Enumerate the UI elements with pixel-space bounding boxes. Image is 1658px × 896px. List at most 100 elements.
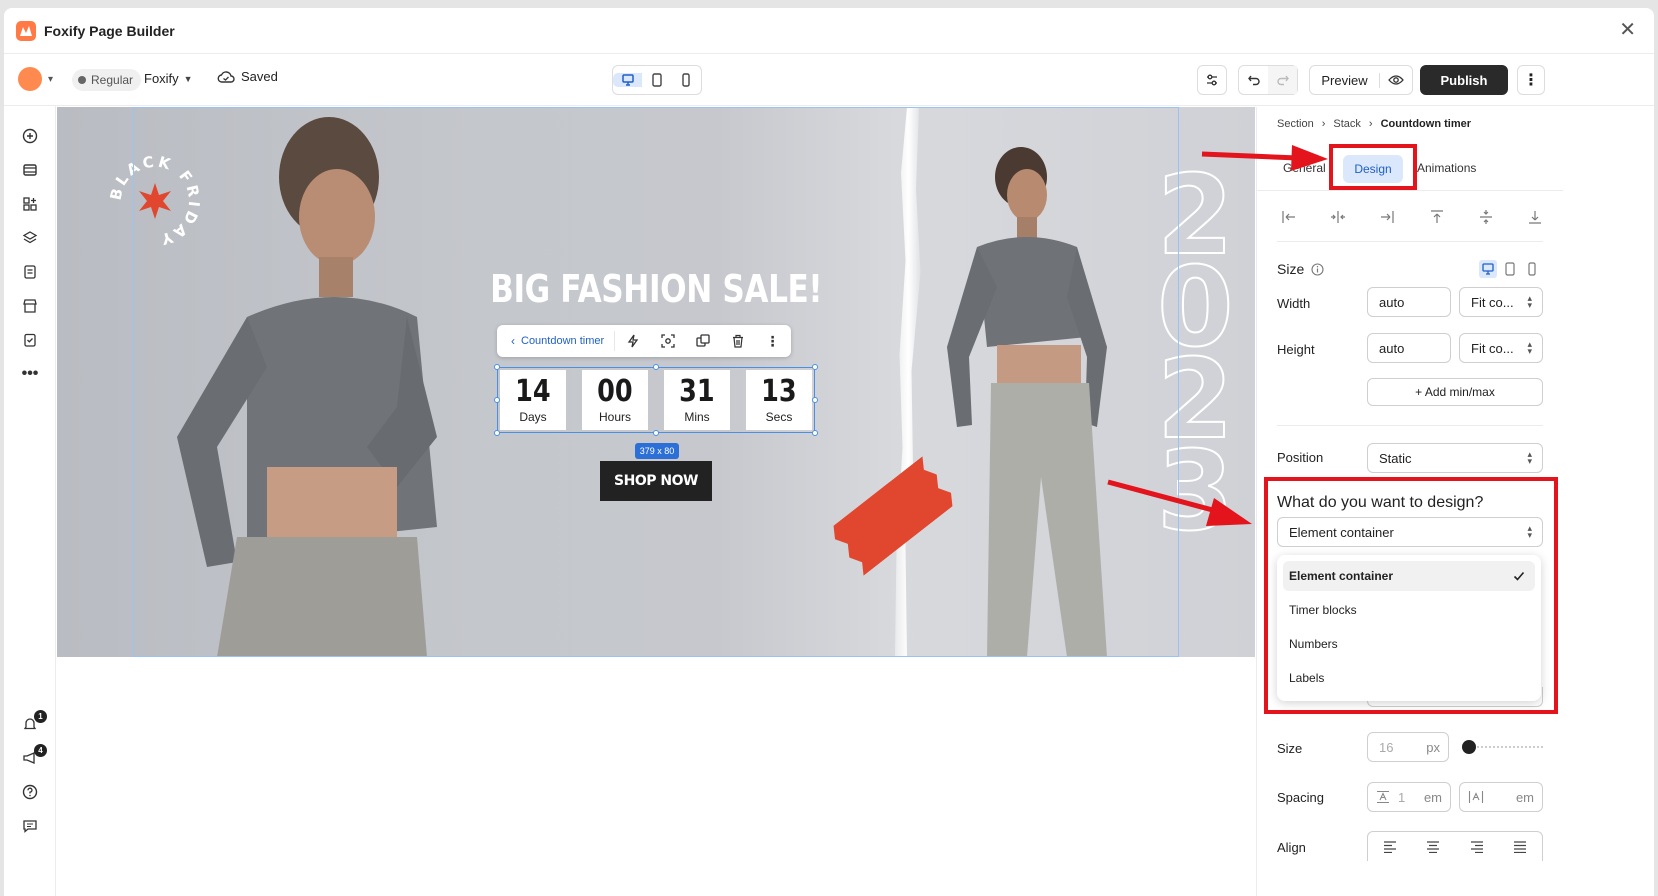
- align-right-icon[interactable]: [1379, 209, 1395, 225]
- design-tab-highlight: [1329, 144, 1417, 190]
- cloud-check-icon: [217, 70, 235, 83]
- save-status-label: Saved: [241, 69, 278, 84]
- resize-handle[interactable]: [812, 397, 818, 403]
- text-align-left-icon[interactable]: [1383, 840, 1397, 853]
- eye-button[interactable]: [1380, 74, 1412, 86]
- timer-label: Secs: [765, 410, 793, 424]
- store-selector[interactable]: Foxify ▼: [144, 71, 193, 86]
- resize-handle[interactable]: [494, 364, 500, 370]
- width-mode-select[interactable]: Fit co... ▴ ▾: [1459, 287, 1543, 317]
- text-align-justify-icon[interactable]: [1513, 840, 1527, 853]
- size-section-title: Size: [1277, 261, 1324, 277]
- breadcrumb: Section › Stack › Countdown timer: [1277, 118, 1471, 130]
- text-align-right-icon[interactable]: [1470, 840, 1484, 853]
- divider: [1277, 425, 1543, 426]
- foxify-logo-icon: [16, 20, 36, 41]
- breadcrumb-item[interactable]: Stack: [1333, 118, 1361, 130]
- tablet-view-button[interactable]: [642, 73, 671, 87]
- undo-icon: [1247, 75, 1260, 86]
- timer-block-days[interactable]: 14 Days: [500, 370, 566, 430]
- info-icon[interactable]: [1311, 262, 1324, 276]
- font-size-unit: px: [1426, 739, 1440, 755]
- tab-animations[interactable]: Animations: [1417, 161, 1476, 175]
- chat-icon[interactable]: [20, 816, 40, 836]
- letter-spacing-input[interactable]: em: [1459, 782, 1543, 812]
- add-element-icon[interactable]: [20, 126, 40, 146]
- resize-handle[interactable]: [653, 430, 659, 436]
- parent-select-button[interactable]: ‹ Countdown timer: [497, 331, 615, 351]
- height-input[interactable]: auto: [1367, 333, 1451, 363]
- desktop-icon[interactable]: [1479, 260, 1497, 278]
- redo-button[interactable]: [1268, 66, 1297, 94]
- checklist-icon[interactable]: [20, 330, 40, 350]
- focus-icon[interactable]: [650, 334, 685, 348]
- resize-handle[interactable]: [494, 430, 500, 436]
- more-options-icon[interactable]: ⋮: [1517, 65, 1545, 95]
- align-center-horizontal-icon[interactable]: [1330, 209, 1346, 225]
- timer-label: Hours: [598, 410, 631, 424]
- resize-handle[interactable]: [494, 397, 500, 403]
- text-align-group: [1367, 831, 1543, 861]
- store-icon[interactable]: [20, 296, 40, 316]
- layers-icon[interactable]: [20, 228, 40, 248]
- hero-banner[interactable]: 2 0 2 3 BLACK FRIDAY BIG FASHION SALE! ‹…: [57, 107, 1255, 657]
- hero-headline[interactable]: BIG FASHION SALE!: [165, 267, 1147, 311]
- element-context-toolbar: ‹ Countdown timer ⋮: [497, 325, 791, 357]
- align-bottom-icon[interactable]: [1527, 209, 1543, 225]
- sections-icon[interactable]: [20, 160, 40, 180]
- settings-button[interactable]: [1197, 65, 1227, 95]
- apps-icon[interactable]: [20, 194, 40, 214]
- countdown-timer[interactable]: 14 Days 00 Hours 31 Mins 13 Secs: [497, 367, 815, 433]
- resize-handle[interactable]: [653, 364, 659, 370]
- redo-icon: [1276, 75, 1289, 86]
- timer-block-mins[interactable]: 31 Mins: [664, 370, 730, 430]
- resize-handle[interactable]: [812, 430, 818, 436]
- align-left-icon[interactable]: [1281, 209, 1297, 225]
- alignment-toolbar: [1281, 209, 1543, 225]
- size-label: Size: [1277, 261, 1305, 277]
- mobile-icon[interactable]: [1523, 260, 1541, 278]
- undo-button[interactable]: [1239, 73, 1268, 87]
- help-icon[interactable]: [20, 782, 40, 802]
- app-title: Foxify Page Builder: [44, 22, 175, 39]
- plan-badge: Regular: [72, 69, 142, 91]
- lightning-icon[interactable]: [615, 334, 650, 348]
- more-icon[interactable]: •••: [20, 364, 40, 384]
- font-size-slider-handle[interactable]: [1462, 740, 1476, 754]
- align-top-icon[interactable]: [1429, 209, 1445, 225]
- pages-icon[interactable]: [20, 262, 40, 282]
- line-height-input[interactable]: 1 em: [1367, 782, 1451, 812]
- sliders-icon: [1207, 74, 1217, 86]
- line-height-icon: [1377, 790, 1389, 804]
- width-input[interactable]: auto: [1367, 287, 1451, 317]
- more-options-icon[interactable]: ⋮: [755, 333, 790, 350]
- close-icon[interactable]: ✕: [1619, 20, 1636, 40]
- trash-icon[interactable]: [720, 334, 755, 348]
- align-middle-icon[interactable]: [1478, 209, 1494, 225]
- preview-button[interactable]: Preview: [1310, 72, 1380, 88]
- font-size-slider-track[interactable]: [1469, 746, 1543, 748]
- height-mode-select[interactable]: Fit co... ▴ ▾: [1459, 333, 1543, 363]
- desktop-view-button[interactable]: [613, 73, 643, 87]
- design-target-highlight: [1264, 477, 1558, 714]
- mobile-view-button[interactable]: [672, 73, 701, 87]
- publish-button[interactable]: Publish: [1420, 65, 1508, 95]
- breadcrumb-item[interactable]: Section: [1277, 118, 1314, 130]
- left-rail: ••• 1 4: [4, 106, 56, 896]
- tablet-icon[interactable]: [1501, 260, 1519, 278]
- height-label: Height: [1277, 342, 1315, 357]
- position-select[interactable]: Static ▴ ▾: [1367, 443, 1543, 473]
- eye-icon: [1388, 75, 1404, 85]
- history-controls: [1238, 65, 1298, 95]
- timer-block-secs[interactable]: 13 Secs: [746, 370, 812, 430]
- text-align-center-icon[interactable]: [1426, 840, 1440, 853]
- store-avatar[interactable]: [18, 67, 42, 91]
- font-size-input[interactable]: 16 px: [1367, 732, 1449, 762]
- resize-handle[interactable]: [812, 364, 818, 370]
- add-minmax-button[interactable]: + Add min/max: [1367, 378, 1543, 406]
- timer-block-hours[interactable]: 00 Hours: [582, 370, 648, 430]
- arrow-annotation-icon: [1201, 145, 1328, 171]
- duplicate-icon[interactable]: [685, 334, 720, 348]
- shop-now-button[interactable]: SHOP NOW: [600, 461, 712, 501]
- chevron-down-icon[interactable]: ▾: [48, 74, 53, 85]
